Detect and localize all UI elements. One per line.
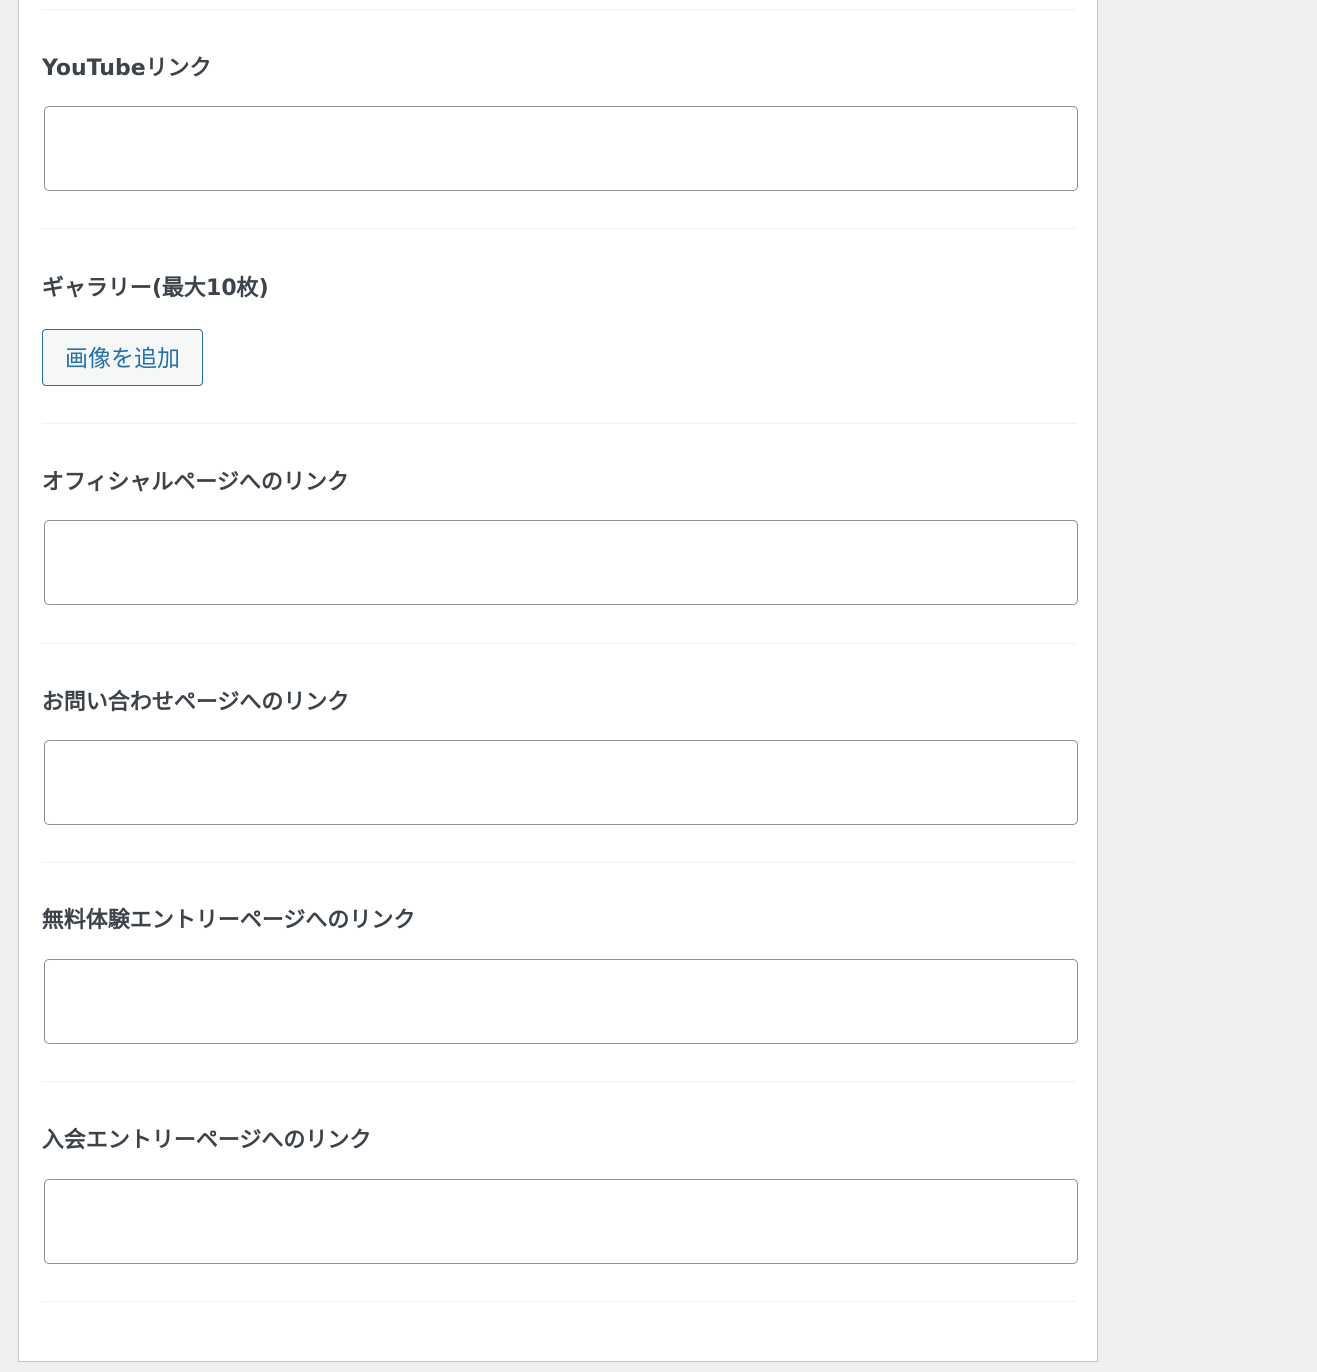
add-image-button[interactable]: 画像を追加: [42, 329, 203, 386]
official-page-link-label: オフィシャルページへのリンク: [42, 470, 350, 495]
membership-entry-link-input[interactable]: [44, 1179, 1078, 1264]
free-trial-entry-link-input[interactable]: [44, 959, 1078, 1044]
youtube-link-input[interactable]: [44, 106, 1078, 191]
field-divider: [42, 423, 1076, 424]
field-divider: [42, 9, 1076, 10]
youtube-link-label: YouTubeリンク: [42, 56, 212, 81]
field-divider: [42, 643, 1076, 644]
field-divider: [42, 1301, 1076, 1302]
field-divider: [42, 862, 1076, 863]
meta-box-panel: [18, 0, 1098, 1362]
gallery-label: ギャラリー(最大10枚): [42, 276, 269, 301]
membership-entry-link-label: 入会エントリーページへのリンク: [42, 1128, 372, 1153]
field-divider: [42, 228, 1076, 229]
free-trial-entry-link-label: 無料体験エントリーページへのリンク: [42, 908, 416, 933]
official-page-link-input[interactable]: [44, 520, 1078, 605]
contact-page-link-input[interactable]: [44, 740, 1078, 825]
contact-page-link-label: お問い合わせページへのリンク: [42, 690, 350, 715]
field-divider: [42, 1081, 1076, 1082]
